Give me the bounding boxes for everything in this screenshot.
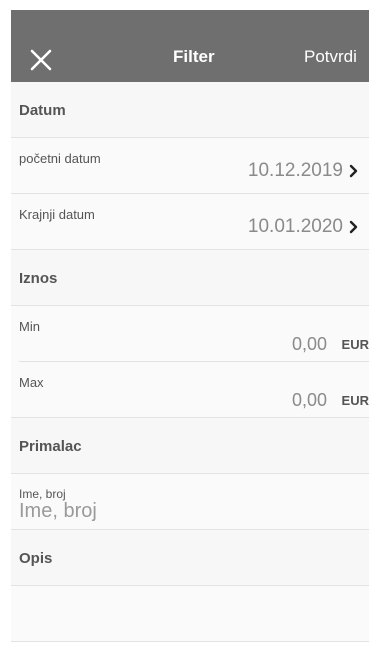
recipient-section-label: Primalac <box>19 438 82 455</box>
description-section-header: Opis <box>11 530 369 586</box>
chevron-right-icon <box>349 164 358 178</box>
min-amount-label: Min <box>19 319 40 334</box>
recipient-input[interactable] <box>19 500 349 523</box>
header-bar: Filter Potvrdi <box>11 10 369 82</box>
chevron-right-icon <box>349 220 358 234</box>
amount-section-label: Iznos <box>19 270 58 287</box>
end-date-label: Krajnji datum <box>19 207 95 222</box>
end-date-value: 10.01.2020 <box>247 216 343 237</box>
date-section-label: Datum <box>19 102 66 119</box>
min-amount-row[interactable]: Min 0,00 EUR <box>11 306 369 362</box>
description-field[interactable] <box>11 586 369 642</box>
page-title: Filter <box>173 47 215 66</box>
start-date-value: 10.12.2019 <box>247 160 343 181</box>
filter-screen: Filter Potvrdi Datum početni datum 10.12… <box>11 10 369 654</box>
start-date-label: početni datum <box>19 151 101 166</box>
start-date-row[interactable]: početni datum 10.12.2019 <box>11 138 369 194</box>
date-section-header: Datum <box>11 82 369 138</box>
max-amount-value[interactable]: 0,00 <box>292 390 327 411</box>
confirm-button[interactable]: Potvrdi <box>304 47 357 67</box>
amount-section-header: Iznos <box>11 250 369 306</box>
max-currency-label: EUR <box>341 393 369 408</box>
min-currency-label: EUR <box>341 337 369 352</box>
recipient-field-label: Ime, broj <box>19 487 66 501</box>
description-section-label: Opis <box>19 550 53 567</box>
max-amount-label: Max <box>19 375 44 390</box>
end-date-value-group[interactable]: 10.01.2020 <box>248 216 359 238</box>
min-amount-value[interactable]: 0,00 <box>292 334 327 355</box>
recipient-section-header: Primalac <box>11 418 369 474</box>
recipient-row[interactable]: Ime, broj <box>11 474 369 530</box>
max-amount-row[interactable]: Max 0,00 EUR <box>11 362 369 418</box>
close-icon[interactable] <box>29 48 53 72</box>
start-date-value-group[interactable]: 10.12.2019 <box>248 160 359 182</box>
end-date-row[interactable]: Krajnji datum 10.01.2020 <box>11 194 369 250</box>
